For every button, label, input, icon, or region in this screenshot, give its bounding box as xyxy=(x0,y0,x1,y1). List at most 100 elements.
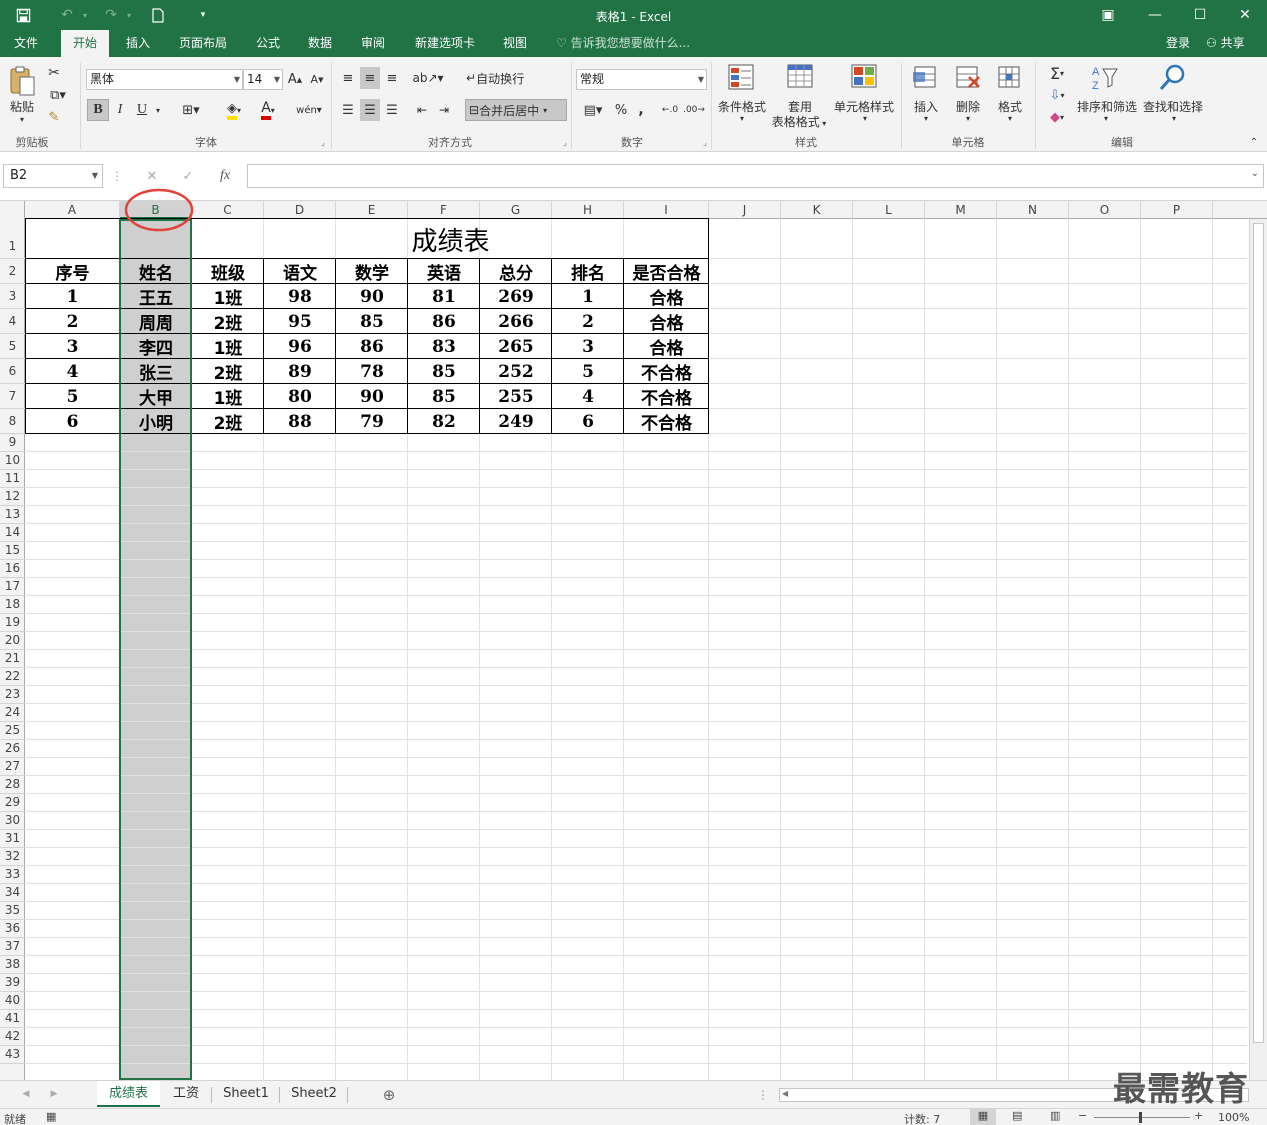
tab-formulas[interactable]: 公式 xyxy=(248,30,288,57)
delete-cells-icon[interactable] xyxy=(953,63,983,93)
merge-center-button[interactable]: ⊟ 合并后居中 ▾ xyxy=(465,99,567,121)
table-cell[interactable]: 86 xyxy=(408,309,480,334)
table-cell[interactable]: 255 xyxy=(480,384,552,409)
fill-down-icon[interactable]: ⇩ ▾ xyxy=(1042,85,1072,105)
table-header-cell[interactable]: 序号 xyxy=(25,259,120,284)
table-cell[interactable]: 249 xyxy=(480,409,552,434)
orientation-icon[interactable]: ab↗▾ xyxy=(412,67,443,89)
select-all-corner[interactable] xyxy=(0,201,25,219)
cell-area[interactable]: 成绩表 序号 姓名 班级 语文 数学 英语 总分 排名 是否合格 1 王五 1班 98 90 81 269 1 合格… xyxy=(25,218,1247,1080)
align-center-icon[interactable]: ☰ xyxy=(360,99,380,121)
row-header[interactable]: 24 xyxy=(0,704,25,722)
row-header[interactable]: 17 xyxy=(0,578,25,596)
normal-view-icon[interactable]: ▦ xyxy=(970,1109,996,1125)
decrease-decimal-icon[interactable]: .00→ xyxy=(683,99,705,121)
name-box[interactable]: B2 ▼ xyxy=(3,164,103,188)
column-header-n[interactable]: N xyxy=(997,201,1069,219)
sheet-tab-sheet2[interactable]: Sheet2 xyxy=(282,1081,346,1107)
column-header-m[interactable]: M xyxy=(925,201,997,219)
add-sheet-icon[interactable]: ⊕ xyxy=(378,1084,400,1106)
table-cell[interactable]: 1 xyxy=(552,284,624,309)
tell-me-search[interactable]: ♡ 告诉我您想要做什么... xyxy=(556,30,690,57)
table-header-cell[interactable]: 是否合格 xyxy=(624,259,709,284)
table-cell[interactable]: 不合格 xyxy=(624,359,709,384)
row-header[interactable]: 32 xyxy=(0,848,25,866)
cell-styles-dropdown-icon[interactable]: ▾ xyxy=(859,114,871,123)
table-cell[interactable]: 2班 xyxy=(192,309,264,334)
table-cell[interactable]: 79 xyxy=(336,409,408,434)
column-header-e[interactable]: E xyxy=(336,201,408,219)
minimize-button[interactable]: — xyxy=(1133,0,1177,30)
macro-record-icon[interactable]: ▦ xyxy=(46,1110,56,1123)
table-cell[interactable]: 2 xyxy=(25,309,120,334)
table-cell[interactable]: 1班 xyxy=(192,284,264,309)
table-cell[interactable]: 3 xyxy=(25,334,120,359)
vertical-scrollbar[interactable] xyxy=(1249,219,1267,1080)
tab-insert[interactable]: 插入 xyxy=(117,30,159,57)
table-cell[interactable]: 81 xyxy=(408,284,480,309)
row-header[interactable]: 9 xyxy=(0,434,25,452)
table-cell[interactable]: 3 xyxy=(552,334,624,359)
row-header[interactable]: 22 xyxy=(0,668,25,686)
tab-view[interactable]: 视图 xyxy=(495,30,535,57)
phonetic-icon[interactable]: wén▾ xyxy=(296,99,322,121)
table-cell[interactable]: 265 xyxy=(480,334,552,359)
tab-new-tab[interactable]: 新建选项卡 xyxy=(408,30,482,57)
table-cell[interactable]: 不合格 xyxy=(624,409,709,434)
column-header-d[interactable]: D xyxy=(264,201,336,219)
row-header[interactable]: 5 xyxy=(0,334,25,359)
tab-home[interactable]: 开始 xyxy=(61,30,109,57)
table-header-cell[interactable]: 班级 xyxy=(192,259,264,284)
table-cell[interactable]: 2班 xyxy=(192,359,264,384)
row-header[interactable]: 20 xyxy=(0,632,25,650)
find-select-dropdown-icon[interactable]: ▾ xyxy=(1168,114,1180,123)
table-cell[interactable]: 90 xyxy=(336,384,408,409)
paste-dropdown-icon[interactable]: ▾ xyxy=(16,115,28,124)
scroll-tabs-left-icon[interactable]: ◀ xyxy=(18,1085,34,1103)
table-cell[interactable]: 252 xyxy=(480,359,552,384)
row-header[interactable]: 7 xyxy=(0,384,25,409)
redo-dropdown-icon[interactable]: ▾ xyxy=(122,0,136,30)
zoom-in-icon[interactable]: + xyxy=(1194,1109,1203,1122)
row-header[interactable]: 25 xyxy=(0,722,25,740)
align-middle-icon[interactable]: ≡ xyxy=(360,67,380,89)
scroll-left-icon[interactable]: ◀ xyxy=(782,1089,788,1098)
zoom-level[interactable]: 100% xyxy=(1218,1111,1249,1124)
insert-dropdown-icon[interactable]: ▾ xyxy=(920,114,932,123)
table-cell[interactable]: 李四 xyxy=(120,334,192,359)
italic-button[interactable]: I xyxy=(110,99,130,121)
formula-input[interactable]: ⌄ xyxy=(247,164,1264,188)
row-header[interactable]: 23 xyxy=(0,686,25,704)
maximize-button[interactable]: ☐ xyxy=(1178,0,1222,30)
table-header-cell[interactable]: 排名 xyxy=(552,259,624,284)
row-header[interactable]: 34 xyxy=(0,884,25,902)
cut-icon[interactable]: ✂ xyxy=(44,63,64,83)
table-cell[interactable]: 4 xyxy=(552,384,624,409)
column-header-b[interactable]: B xyxy=(120,201,192,219)
sheet-tab-score[interactable]: 成绩表 xyxy=(97,1081,160,1107)
sort-filter-dropdown-icon[interactable]: ▾ xyxy=(1100,114,1112,123)
sheet-tab-salary[interactable]: 工资 xyxy=(162,1081,210,1107)
shrink-font-button[interactable]: A ▼ xyxy=(309,69,325,90)
sheet-title-cell[interactable]: 成绩表 xyxy=(192,219,709,259)
row-header[interactable]: 37 xyxy=(0,938,25,956)
row-header[interactable]: 38 xyxy=(0,956,25,974)
column-header-f[interactable]: F xyxy=(408,201,480,219)
tab-file[interactable]: 文件 xyxy=(6,30,46,57)
login-link[interactable]: 登录 xyxy=(1166,30,1190,57)
column-header-k[interactable]: K xyxy=(781,201,853,219)
table-cell[interactable]: 周周 xyxy=(120,309,192,334)
table-cell[interactable]: 98 xyxy=(264,284,336,309)
table-cell[interactable]: 90 xyxy=(336,284,408,309)
table-cell[interactable]: 4 xyxy=(25,359,120,384)
ribbon-display-icon[interactable]: ▣ xyxy=(1086,0,1130,30)
decrease-indent-icon[interactable]: ⇤ xyxy=(412,99,432,121)
number-dialog-launcher-icon[interactable]: ⌟ xyxy=(700,137,710,147)
sort-filter-icon[interactable]: AZ xyxy=(1090,63,1120,93)
table-cell[interactable]: 266 xyxy=(480,309,552,334)
row-header[interactable]: 21 xyxy=(0,650,25,668)
customize-icon[interactable]: ▾ xyxy=(196,0,210,30)
row-header[interactable]: 19 xyxy=(0,614,25,632)
row-header[interactable]: 6 xyxy=(0,359,25,384)
font-name-combo[interactable]: 黑体 ▼ xyxy=(86,69,243,90)
